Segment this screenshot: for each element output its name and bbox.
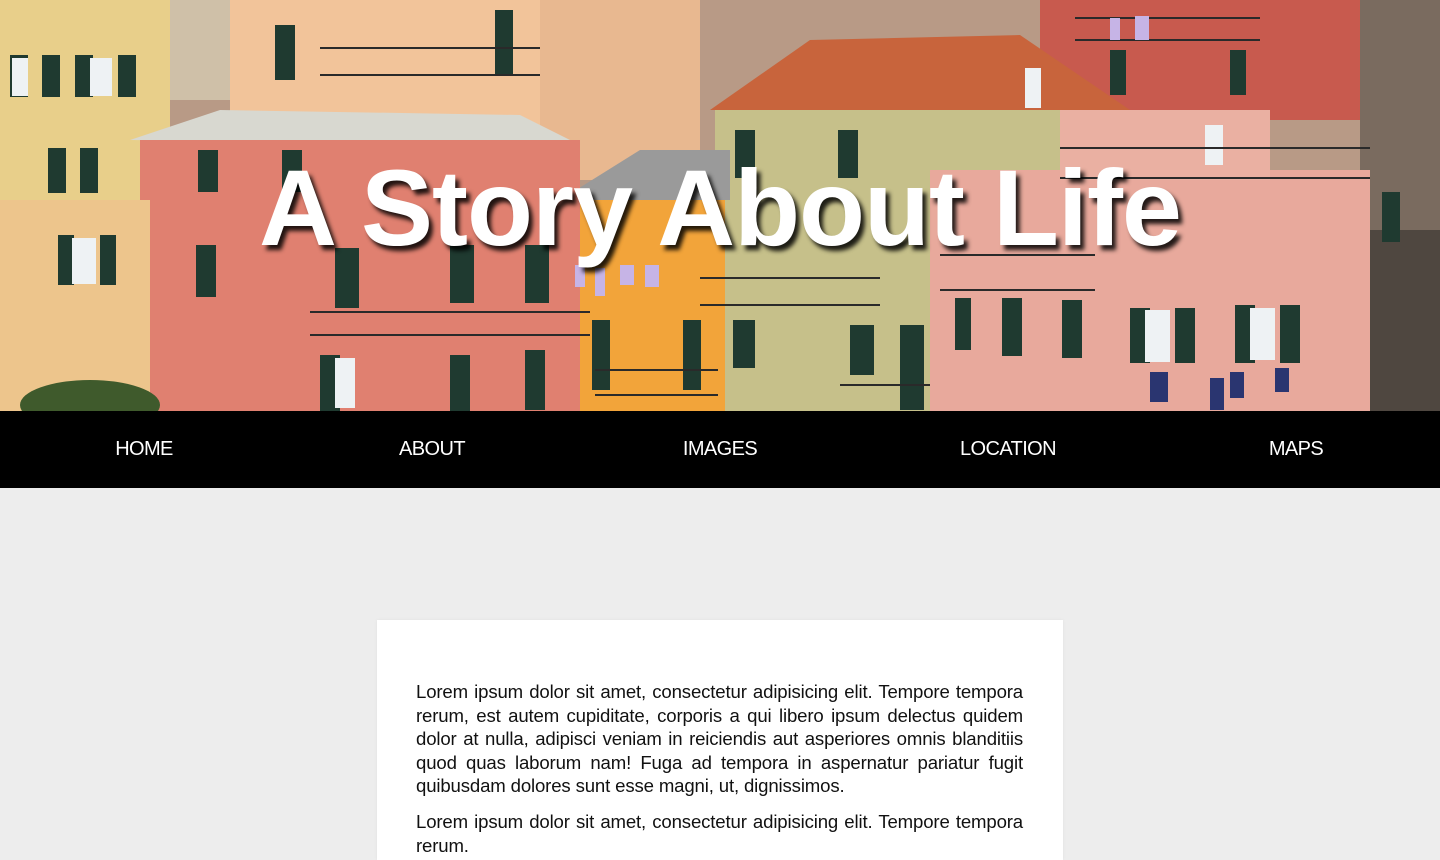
content-card: Lorem ipsum dolor sit amet, consectetur … — [377, 620, 1063, 860]
nav-item-location[interactable]: LOCATION — [864, 411, 1152, 488]
nav-item-maps[interactable]: MAPS — [1152, 411, 1440, 488]
nav-item-images[interactable]: IMAGES — [576, 411, 864, 488]
content-paragraph: Lorem ipsum dolor sit amet, consectetur … — [416, 811, 1023, 856]
nav-item-home[interactable]: HOME — [0, 411, 288, 488]
hero-banner: A Story About Life — [0, 0, 1440, 411]
main-navigation: HOME ABOUT IMAGES LOCATION MAPS — [0, 411, 1440, 488]
nav-item-about[interactable]: ABOUT — [288, 411, 576, 488]
page-title: A Story About Life — [259, 147, 1182, 268]
content-paragraph: Lorem ipsum dolor sit amet, consectetur … — [416, 681, 1023, 797]
